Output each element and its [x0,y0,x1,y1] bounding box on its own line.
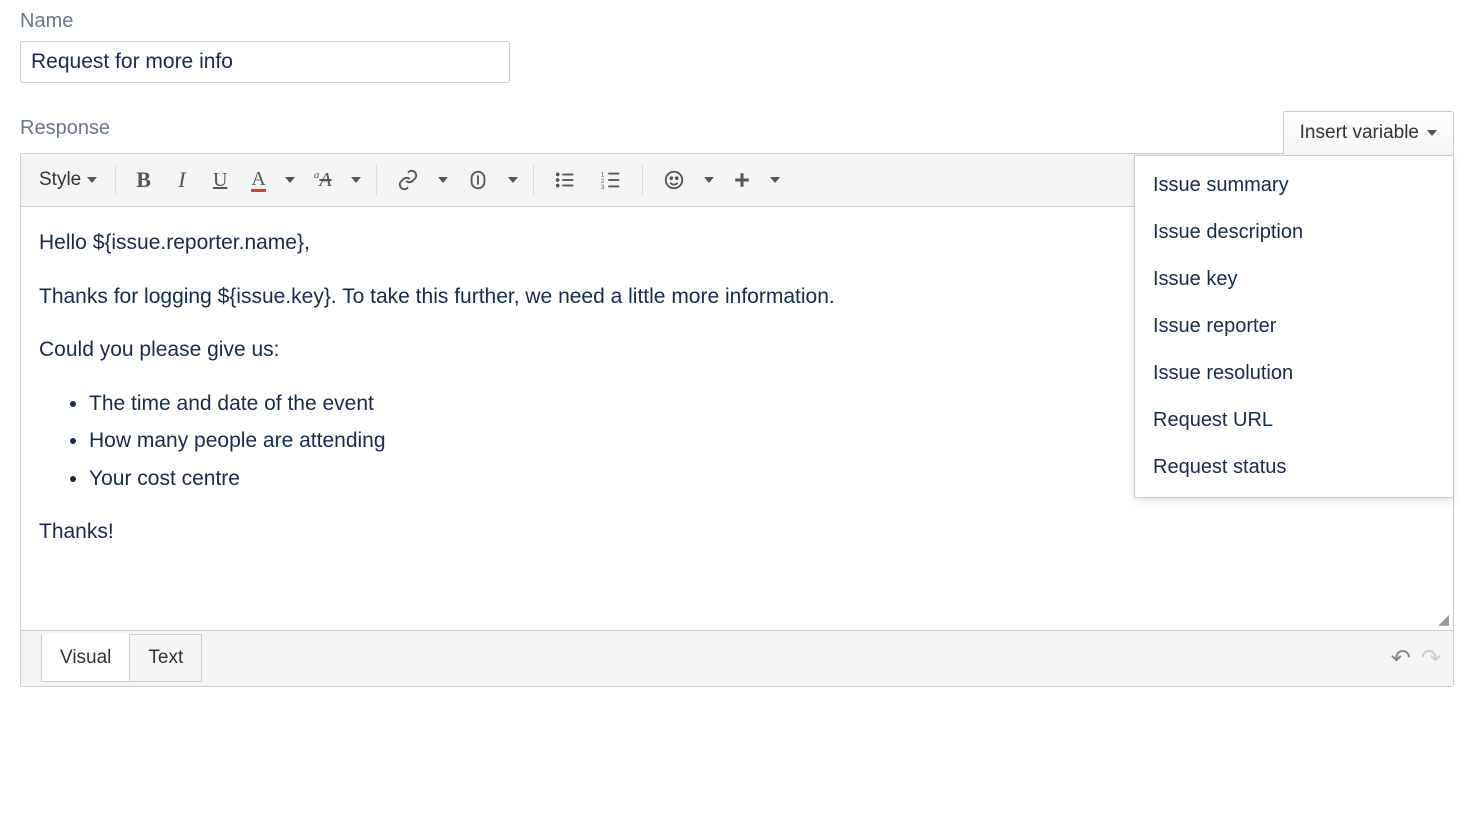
emoji-icon [663,169,685,191]
undo-icon: ↶ [1391,645,1411,672]
toolbar-separator [115,165,116,195]
attachment-more-button[interactable] [503,162,523,198]
bullet-list-icon [554,169,576,191]
link-button[interactable] [387,162,429,198]
style-dropdown[interactable]: Style [31,162,105,198]
name-input[interactable] [20,41,510,83]
tab-visual[interactable]: Visual [41,634,130,682]
dropdown-item-issue-key[interactable]: Issue key [1135,256,1453,303]
redo-icon: ↷ [1421,645,1441,672]
text-color-button[interactable]: A [241,162,275,198]
italic-button[interactable]: I [165,162,199,198]
dropdown-item-issue-summary[interactable]: Issue summary [1135,162,1453,209]
toolbar-separator [533,165,534,195]
text-color-more-button[interactable] [280,162,300,198]
dropdown-item-request-status[interactable]: Request status [1135,444,1453,491]
bold-icon: B [136,167,151,193]
insert-more-button[interactable] [723,162,761,198]
redo-button[interactable]: ↷ [1421,644,1441,673]
resize-handle[interactable]: ◢ [1438,612,1449,626]
underline-icon: U [213,169,227,192]
chevron-down-icon [285,177,295,183]
attachment-button[interactable] [457,162,499,198]
link-more-button[interactable] [433,162,453,198]
clear-formatting-more-button[interactable] [346,162,366,198]
editor-footer: Visual Text ↶ ↷ [21,630,1453,686]
svg-text:3: 3 [600,184,604,191]
undo-button[interactable]: ↶ [1391,644,1411,673]
bold-button[interactable]: B [126,162,161,198]
toolbar-separator [376,165,377,195]
toolbar-separator [642,165,643,195]
emoji-more-button[interactable] [699,162,719,198]
insert-variable-label: Insert variable [1300,122,1419,144]
response-label: Response [20,117,110,140]
italic-icon: I [178,167,185,193]
clear-formatting-icon: aA [314,169,332,192]
dropdown-item-issue-resolution[interactable]: Issue resolution [1135,350,1453,397]
chevron-down-icon [704,177,714,183]
underline-button[interactable]: U [203,162,237,198]
insert-more-caret[interactable] [765,162,785,198]
insert-variable-button[interactable]: Insert variable [1283,111,1454,154]
dropdown-item-request-url[interactable]: Request URL [1135,397,1453,444]
chevron-down-icon [1427,130,1437,136]
chevron-down-icon [770,177,780,183]
attachment-icon [467,169,489,191]
dropdown-item-issue-reporter[interactable]: Issue reporter [1135,303,1453,350]
insert-variable-dropdown: Issue summary Issue description Issue ke… [1134,155,1454,498]
style-label: Style [39,169,81,191]
numbered-list-button[interactable]: 123 [590,162,632,198]
chevron-down-icon [87,177,97,183]
emoji-button[interactable] [653,162,695,198]
text-color-icon: A [251,169,265,192]
numbered-list-icon: 123 [600,169,622,191]
editor-paragraph: Thanks! [39,516,1435,548]
bullet-list-button[interactable] [544,162,586,198]
dropdown-item-issue-description[interactable]: Issue description [1135,209,1453,256]
name-label: Name [20,10,1454,33]
clear-formatting-button[interactable]: aA [304,162,342,198]
tab-text[interactable]: Text [129,634,202,682]
plus-icon [733,171,751,189]
chevron-down-icon [351,177,361,183]
chevron-down-icon [438,177,448,183]
chevron-down-icon [508,177,518,183]
link-icon [397,169,419,191]
